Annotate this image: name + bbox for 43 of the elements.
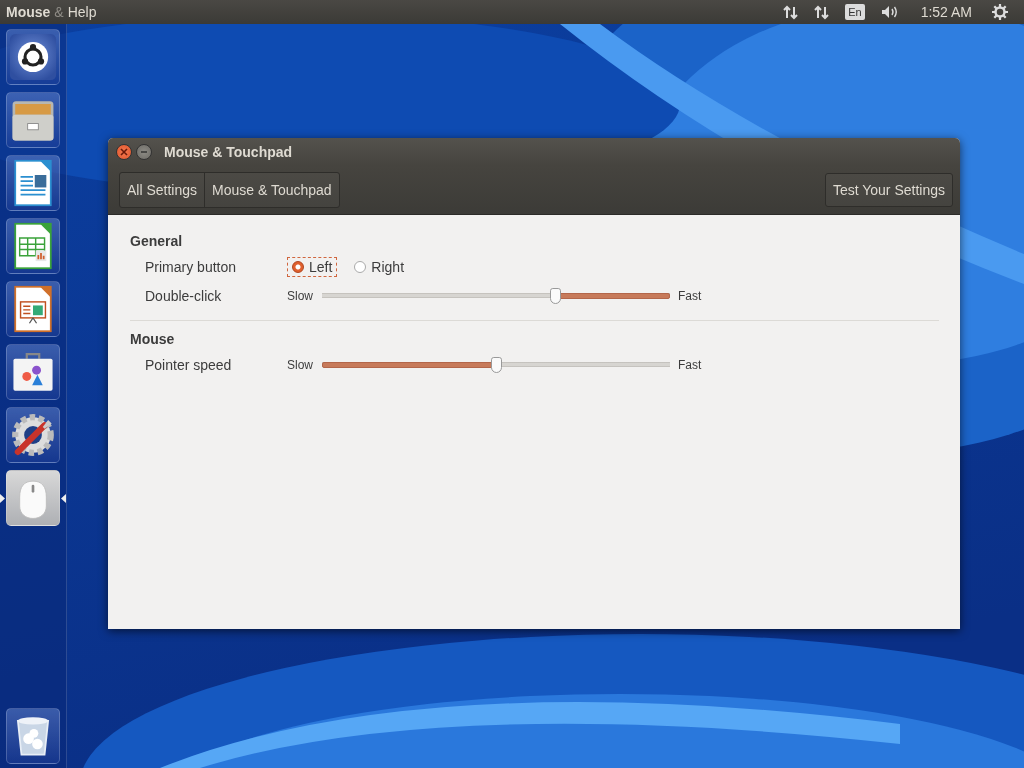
slider-max-label: Fast: [678, 357, 702, 372]
gear-icon: [992, 4, 1008, 20]
launcher-item[interactable]: [5, 708, 61, 764]
close-icon: [120, 148, 128, 156]
test-settings-button[interactable]: Test Your Settings: [824, 173, 953, 207]
launcher-item[interactable]: [5, 29, 61, 85]
minimize-button[interactable]: [136, 144, 152, 160]
radio-button[interactable]: [292, 260, 304, 273]
ring-logo-icon: [9, 33, 57, 81]
radio-button[interactable]: [354, 260, 367, 273]
breadcrumb-button[interactable]: Mouse & Touchpad: [204, 173, 339, 207]
launcher-item[interactable]: [5, 281, 61, 337]
launcher-item[interactable]: [5, 344, 61, 400]
slider-min-label: Slow: [287, 357, 313, 372]
launcher-item[interactable]: [5, 218, 61, 274]
launcher-item[interactable]: [5, 155, 61, 211]
slider-thumb[interactable]: [550, 287, 562, 304]
keyboard-layout-indicator[interactable]: En: [845, 4, 865, 20]
slider-thumb[interactable]: [491, 356, 502, 373]
menu-item[interactable]: Help: [67, 4, 97, 20]
breadcrumb-button[interactable]: All Settings: [120, 173, 205, 207]
minimize-icon: [140, 148, 148, 156]
gear-wrench-icon: [9, 411, 57, 459]
menu-separator: &: [54, 4, 64, 20]
volume-icon: [880, 5, 899, 19]
launcher-item[interactable]: [5, 92, 61, 148]
radio-label[interactable]: Right: [371, 258, 405, 275]
slider-min-label: Slow: [287, 288, 313, 303]
transfer-arrows-icon: [814, 4, 830, 20]
close-button[interactable]: [116, 144, 132, 160]
setting-label: Double-click: [145, 287, 223, 304]
app-title: Mouse: [6, 4, 51, 20]
window-title: Mouse & Touchpad: [164, 144, 293, 160]
section-heading: Mouse: [130, 331, 176, 349]
radio-label[interactable]: Left: [309, 258, 333, 275]
setting-label: Primary button: [145, 258, 238, 275]
transfer-arrows-icon: [783, 4, 799, 20]
section-heading: General: [130, 233, 184, 251]
clock[interactable]: 1:52 AM: [920, 4, 972, 20]
launcher-item[interactable]: [5, 407, 61, 463]
setting-label: Pointer speed: [145, 356, 233, 373]
launcher-item[interactable]: [5, 470, 61, 526]
slider-max-label: Fast: [678, 288, 702, 303]
